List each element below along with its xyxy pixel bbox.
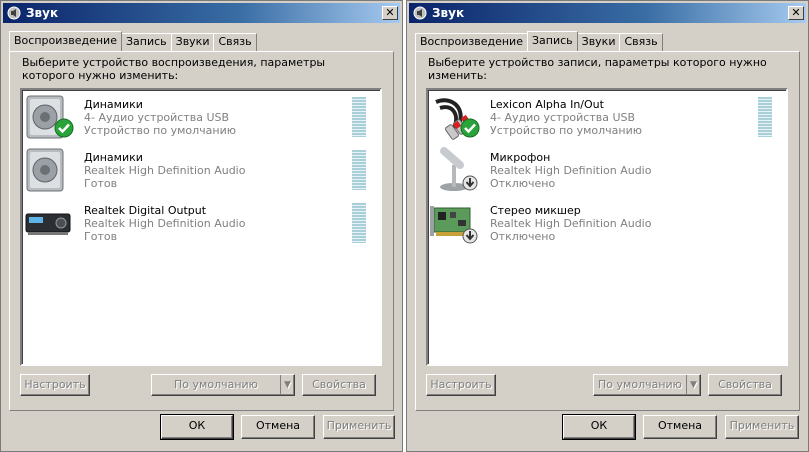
list-item[interactable]: Lexicon Alpha In/Out 4- Аудио устройства… <box>430 92 780 142</box>
tab-playback[interactable]: Воспроизведение <box>9 31 122 51</box>
window-title: Звук <box>432 6 465 20</box>
sound-app-icon <box>6 5 22 21</box>
list-item[interactable]: Динамики Realtek High Definition Audio Г… <box>24 145 374 195</box>
chevron-down-icon[interactable]: ▼ <box>280 375 294 395</box>
set-default-label: По умолчанию <box>174 378 258 391</box>
configure-button[interactable]: Настроить <box>20 374 90 396</box>
tab-strip: Воспроизведение Запись Звуки Связь <box>9 31 257 51</box>
set-default-button[interactable]: По умолчанию ▼ <box>151 374 295 396</box>
tab-sounds[interactable]: Звуки <box>576 33 621 51</box>
device-name: Микрофон <box>490 151 551 164</box>
tab-recording[interactable]: Запись <box>120 33 172 51</box>
tab-recording[interactable]: Запись <box>526 31 578 51</box>
green-check-icon <box>54 118 74 141</box>
tab-sounds[interactable]: Звуки <box>170 33 215 51</box>
tab-communications[interactable]: Связь <box>619 33 663 51</box>
device-name: Динамики <box>84 98 143 111</box>
device-name: Lexicon Alpha In/Out <box>490 98 604 111</box>
instruction-text: Выберите устройство воспроизведения, пар… <box>22 56 326 82</box>
sound-dialog-playback: Звук ✕ Воспроизведение Запись Звуки Связ… <box>0 0 403 452</box>
sound-app-icon <box>412 5 428 21</box>
level-meter <box>758 97 772 137</box>
cancel-button[interactable]: Отмена <box>643 415 717 439</box>
close-button[interactable]: ✕ <box>382 6 398 20</box>
device-name: Realtek Digital Output <box>84 204 207 217</box>
properties-button[interactable]: Свойства <box>302 374 376 396</box>
title-bar[interactable]: Звук ✕ <box>3 3 400 23</box>
device-status: Устройство по умолчанию <box>84 124 237 137</box>
level-meter <box>352 97 366 137</box>
instruction-text: Выберите устройство записи, параметры ко… <box>428 56 767 82</box>
green-check-icon <box>460 118 480 141</box>
set-default-label: По умолчанию <box>598 378 682 391</box>
disabled-arrow-icon <box>462 228 478 247</box>
digital-receiver-icon <box>24 198 74 248</box>
device-driver: 4- Аудио устройства USB <box>84 111 230 124</box>
properties-button[interactable]: Свойства <box>708 374 782 396</box>
list-item[interactable]: Микрофон Realtek High Definition Audio О… <box>430 145 780 195</box>
device-status: Отключено <box>490 230 556 243</box>
level-meter <box>352 150 366 190</box>
device-actions: Настроить По умолчанию ▼ Свойства <box>20 374 382 396</box>
apply-button[interactable]: Применить <box>323 415 395 439</box>
ok-button[interactable]: ОК <box>160 414 234 440</box>
speaker-icon <box>24 145 74 195</box>
device-status: Отключено <box>490 177 556 190</box>
window-title: Звук <box>26 6 59 20</box>
level-meter <box>352 203 366 243</box>
device-driver: Realtek High Definition Audio <box>84 217 246 230</box>
device-status: Готов <box>84 230 118 243</box>
tab-strip: Воспроизведение Запись Звуки Связь <box>415 31 663 51</box>
list-item[interactable]: Realtek Digital Output Realtek High Defi… <box>24 198 374 248</box>
set-default-button[interactable]: По умолчанию ▼ <box>593 374 701 396</box>
cancel-button[interactable]: Отмена <box>241 415 315 439</box>
title-bar[interactable]: Звук ✕ <box>409 3 806 23</box>
device-actions: Настроить По умолчанию ▼ Свойства <box>426 374 788 396</box>
device-status: Готов <box>84 177 118 190</box>
device-driver: Realtek High Definition Audio <box>84 164 246 177</box>
configure-button[interactable]: Настроить <box>426 374 496 396</box>
close-button[interactable]: ✕ <box>788 6 804 20</box>
device-driver: 4- Аудио устройства USB <box>490 111 636 124</box>
tab-communications[interactable]: Связь <box>213 33 257 51</box>
device-list[interactable]: Динамики 4- Аудио устройства USB Устройс… <box>20 88 382 366</box>
chevron-down-icon[interactable]: ▼ <box>686 375 700 395</box>
disabled-arrow-icon <box>462 175 478 194</box>
sound-dialog-recording: Звук ✕ Воспроизведение Запись Звуки Связ… <box>406 0 809 452</box>
tab-panel: Выберите устройство воспроизведения, пар… <box>9 51 394 411</box>
device-driver: Realtek High Definition Audio <box>490 217 652 230</box>
device-status: Устройство по умолчанию <box>490 124 643 137</box>
device-list[interactable]: Lexicon Alpha In/Out 4- Аудио устройства… <box>426 88 788 366</box>
tab-playback[interactable]: Воспроизведение <box>415 33 528 51</box>
ok-button[interactable]: ОК <box>562 414 636 440</box>
tab-panel: Выберите устройство записи, параметры ко… <box>415 51 800 411</box>
apply-button[interactable]: Применить <box>725 415 799 439</box>
list-item[interactable]: Стерео микшер Realtek High Definition Au… <box>430 198 780 248</box>
device-name: Стерео микшер <box>490 204 581 217</box>
list-item[interactable]: Динамики 4- Аудио устройства USB Устройс… <box>24 92 374 142</box>
device-driver: Realtek High Definition Audio <box>490 164 652 177</box>
device-name: Динамики <box>84 151 143 164</box>
